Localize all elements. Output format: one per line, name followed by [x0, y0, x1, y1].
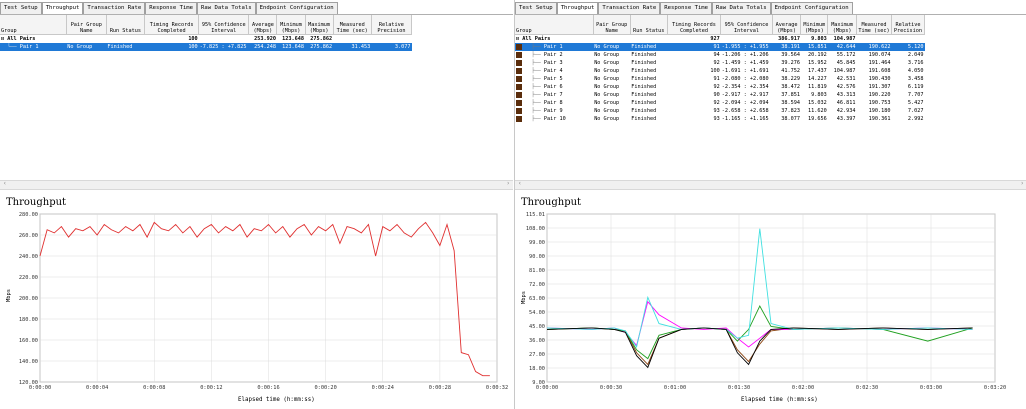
x-tick-label: 0:00:28: [429, 385, 451, 391]
x-tick-label: 0:00:20: [314, 385, 336, 391]
x-tick-label: 0:01:00: [664, 385, 686, 391]
y-tick-label: 54.00: [529, 310, 545, 316]
left-pane: Test Setup Throughput Transaction Rate R…: [0, 0, 513, 409]
y-tick-label: 99.00: [529, 240, 545, 246]
x-tick-label: 0:03:20: [984, 385, 1006, 391]
y-tick-label: 280.00: [19, 212, 38, 218]
y-tick-label: 180.00: [19, 317, 38, 323]
x-tick-label: 0:00:00: [29, 385, 51, 391]
x-tick-label: 0:02:30: [856, 385, 878, 391]
x-tick-label: 0:00:32: [486, 385, 508, 391]
y-tick-label: 140.00: [19, 359, 38, 365]
x-tick-label: 0:02:00: [792, 385, 814, 391]
y-tick-label: 36.00: [529, 338, 545, 344]
throughput-chart: 115.01 108.00 99.00 90.00 81.00 72.00 63.00 54.…: [526, 212, 1006, 391]
y-tick-label: 18.00: [529, 366, 545, 372]
y-tick-label: 160.00: [19, 338, 38, 344]
throughput-chart: 280.00 260.00 240.00 220.00 200.00 180.00 160.…: [19, 212, 508, 391]
y-tick-label: 260.00: [19, 233, 38, 239]
x-axis-label: Elapsed time (h:mm:ss): [741, 397, 818, 403]
y-tick-label: 90.00: [529, 254, 545, 260]
x-tick-label: 0:00:04: [86, 385, 108, 391]
y-tick-label: 72.00: [529, 282, 545, 288]
x-tick-label: 0:00:12: [200, 385, 222, 391]
y-axis-label: Mbps: [521, 291, 527, 304]
y-tick-label: 115.01: [526, 212, 545, 218]
x-tick-label: 0:00:24: [372, 385, 394, 391]
y-tick-label: 45.00: [529, 324, 545, 330]
y-tick-label: 108.00: [526, 226, 545, 232]
x-tick-label: 0:00:00: [536, 385, 558, 391]
x-tick-label: 0:00:08: [143, 385, 165, 391]
y-tick-label: 63.00: [529, 296, 545, 302]
y-tick-label: 27.00: [529, 352, 545, 358]
x-tick-label: 0:00:30: [600, 385, 622, 391]
y-tick-label: 240.00: [19, 254, 38, 260]
y-tick-label: 200.00: [19, 296, 38, 302]
y-tick-label: 81.00: [529, 268, 545, 274]
x-tick-label: 0:00:16: [257, 385, 279, 391]
y-axis-label: Mbps: [6, 289, 12, 302]
y-tick-label: 220.00: [19, 275, 38, 281]
x-tick-label: 0:01:30: [728, 385, 750, 391]
x-tick-label: 0:03:00: [920, 385, 942, 391]
right-pane: Test Setup Throughput Transaction Rate R…: [514, 0, 1026, 409]
x-axis-label: Elapsed time (h:mm:ss): [238, 397, 315, 403]
